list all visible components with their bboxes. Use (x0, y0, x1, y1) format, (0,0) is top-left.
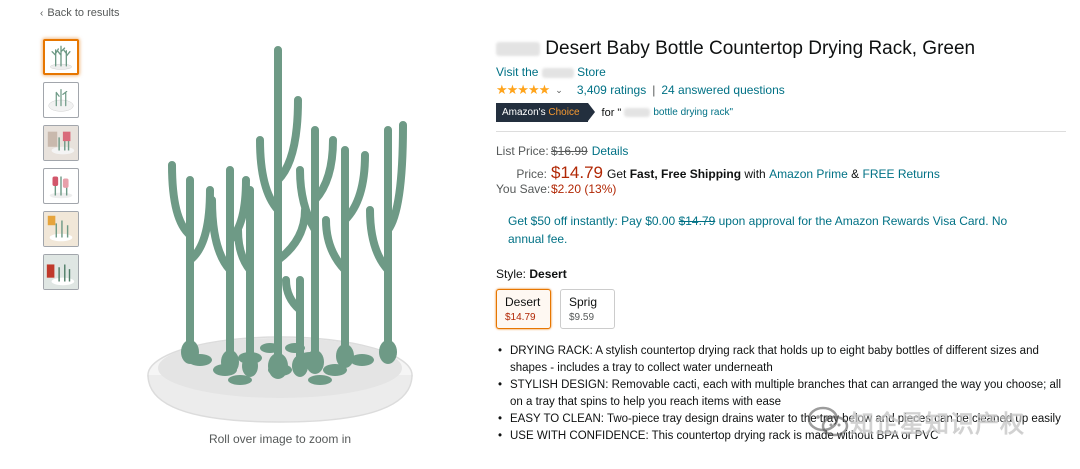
redacted-keyword (624, 108, 651, 117)
thumbnail-6[interactable] (43, 254, 79, 290)
price-row: Price: $14.79 Get Fast, Free Shipping wi… (516, 163, 940, 182)
style-option-sprig[interactable]: Sprig $9.59 (560, 289, 615, 329)
list-price: $16.99 (551, 144, 588, 158)
rack-in-use-thumbnail-image (44, 126, 78, 160)
rewards-card-promo-link[interactable]: Get $50 off instantly: Pay $0.00 $14.79 … (508, 212, 1028, 248)
redacted-brand (496, 41, 540, 56)
rack-with-bottles-thumbnail-image (49, 176, 73, 199)
watermark: 知企星知识产权 (806, 404, 1025, 439)
amazon-prime-link[interactable]: Amazon Prime (769, 167, 848, 181)
zoom-hint: Roll over image to zoom in (208, 432, 352, 446)
product-title: Desert Baby Bottle Countertop Drying Rac… (496, 38, 975, 60)
style-option-desert[interactable]: Desert $14.79 (496, 289, 551, 329)
list-item: DRYING RACK: A stylish countertop drying… (496, 343, 1066, 377)
ratings-row: ★★★★★ ⌄ 3,409 ratings | 24 answered ques… (496, 82, 785, 98)
choice-keyword-link[interactable]: bottle drying rack" (653, 107, 733, 118)
answered-questions-link[interactable]: 24 answered questions (661, 83, 784, 97)
divider (496, 131, 1066, 132)
back-to-results-link[interactable]: ‹ Back to results (40, 7, 119, 19)
free-returns-link[interactable]: FREE Returns (862, 167, 939, 181)
list-price-row: List Price: $16.99 Details (496, 144, 629, 158)
chevron-down-icon[interactable]: ⌄ (555, 85, 563, 96)
thumbnail-5[interactable] (43, 211, 79, 247)
thumbnail-list (43, 39, 79, 297)
amazons-choice-row: Amazon's Choice for " bottle drying rack… (496, 103, 733, 122)
rack-thumbnail-image (50, 45, 72, 70)
separator: | (652, 83, 656, 97)
price-block: List Price: $16.99 Details Price: $14.79… (496, 144, 940, 201)
thumbnail-2[interactable] (43, 82, 79, 118)
selected-style: Desert (529, 267, 567, 281)
amazons-choice-badge: Amazon's Choice (496, 103, 594, 122)
cactus-drying-rack-image (147, 46, 413, 423)
product-main-image[interactable] (130, 30, 430, 430)
back-label: Back to results (47, 7, 120, 19)
current-price: $14.79 (551, 163, 603, 182)
thumbnail-1[interactable] (43, 39, 79, 75)
redacted-store-name (541, 67, 574, 78)
style-label: Style: Desert (496, 267, 567, 281)
rack-top-thumbnail-image (48, 88, 74, 112)
you-save-row: You Save: $2.20 (13%) (496, 182, 617, 196)
watermark-text: 知企星知识产权 (850, 411, 1025, 439)
chevron-left-icon: ‹ (40, 8, 44, 19)
visit-store-link[interactable]: Visit the Store (496, 65, 606, 79)
fast-shipping-label: Fast, Free Shipping (629, 167, 742, 181)
star-rating-icon[interactable]: ★★★★★ (496, 82, 550, 98)
ratings-count-link[interactable]: 3,409 ratings (577, 83, 646, 97)
rack-lifestyle-thumbnail-image (44, 212, 78, 246)
wechat-icon (807, 406, 849, 436)
style-swatches: Desert $14.79 Sprig $9.59 (496, 289, 624, 329)
thumbnail-3[interactable] (43, 125, 79, 161)
choice-for-label: for " (601, 106, 622, 119)
rack-kitchen-thumbnail-image (44, 255, 78, 289)
price-details-link[interactable]: Details (592, 144, 629, 158)
savings-value: $2.20 (13%) (551, 182, 617, 196)
thumbnail-4[interactable] (43, 168, 79, 204)
